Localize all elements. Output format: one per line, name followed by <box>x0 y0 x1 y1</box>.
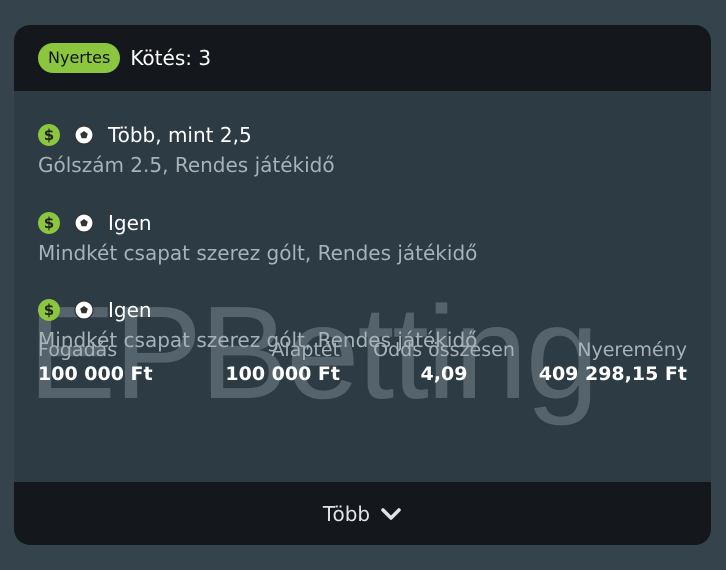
soccer-ball-icon <box>74 300 94 320</box>
selection-market: Mindkét csapat szerez gólt, Rendes játék… <box>38 241 478 265</box>
dollar-icon: $ <box>38 124 60 146</box>
total-odds-value: 4,09 <box>420 363 468 385</box>
bet-stats: Fogadás 100 000 Ft Alaptét 100 000 Ft Od… <box>38 339 687 393</box>
selection-item: $ Több, mint 2,5 Gólszám 2.5, Rendes ját… <box>38 121 335 177</box>
bet-card: Nyertes Kötés: 3 EPBetting $ Több, mint … <box>14 25 711 545</box>
base-stake-stat: Alaptét 100 000 Ft <box>224 339 340 385</box>
bet-card-body: EPBetting $ Több, mint 2,5 Gólszám 2.5, … <box>14 91 711 482</box>
dollar-icon: $ <box>38 299 60 321</box>
soccer-ball-icon <box>74 125 94 145</box>
winnings-label: Nyeremény <box>577 339 687 361</box>
selection-name: Igen <box>108 211 152 235</box>
selection-name: Igen <box>108 298 152 322</box>
winnings-value: 409 298,15 Ft <box>538 363 687 385</box>
bet-count: Kötés: 3 <box>130 46 212 70</box>
selection-name: Több, mint 2,5 <box>108 123 252 147</box>
dollar-icon: $ <box>38 212 60 234</box>
base-stake-value: 100 000 Ft <box>225 363 340 385</box>
selection-market: Gólszám 2.5, Rendes játékidő <box>38 153 335 177</box>
more-button[interactable]: Több <box>14 482 711 545</box>
stake-label: Fogadás <box>38 339 118 361</box>
soccer-ball-icon <box>74 213 94 233</box>
stake-value: 100 000 Ft <box>38 363 153 385</box>
more-label: Több <box>322 501 371 526</box>
total-odds-stat: Odds összesen 4,09 <box>364 339 524 385</box>
selection-item: $ Igen Mindkét csapat szerez gólt, Rende… <box>38 209 477 265</box>
winnings-stat: Nyeremény 409 298,15 Ft <box>539 339 687 385</box>
bet-card-header: Nyertes Kötés: 3 <box>14 25 711 91</box>
base-stake-label: Alaptét <box>271 339 340 361</box>
chevron-down-icon <box>380 507 402 521</box>
stake-stat: Fogadás 100 000 Ft <box>38 339 153 385</box>
total-odds-label: Odds összesen <box>373 339 515 361</box>
status-badge: Nyertes <box>38 43 121 73</box>
